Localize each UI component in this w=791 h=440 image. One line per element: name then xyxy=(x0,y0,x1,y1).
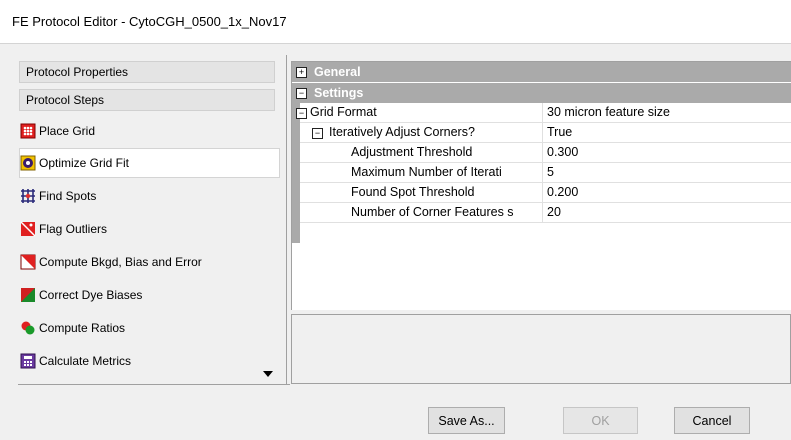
spots-icon xyxy=(20,188,36,204)
step-flag-outliers[interactable]: Flag Outliers xyxy=(20,214,278,244)
column-divider xyxy=(542,183,543,203)
collapse-icon[interactable]: − xyxy=(312,128,323,139)
section-protocol-steps[interactable]: Protocol Steps xyxy=(19,89,275,111)
step-label: Flag Outliers xyxy=(39,222,108,236)
step-compute-ratios[interactable]: Compute Ratios xyxy=(20,313,278,343)
collapse-icon[interactable]: − xyxy=(296,88,307,99)
property-name: Grid Format xyxy=(310,105,377,119)
property-name: Adjustment Threshold xyxy=(351,145,473,159)
property-row-corner-features[interactable]: Number of Corner Features s 20 xyxy=(300,203,791,223)
step-compute-bkgd[interactable]: Compute Bkgd, Bias and Error xyxy=(20,247,278,277)
column-divider xyxy=(542,103,543,123)
column-divider xyxy=(542,143,543,163)
collapse-icon[interactable]: − xyxy=(296,108,307,119)
property-value[interactable]: 0.300 xyxy=(547,145,578,159)
property-value[interactable]: 5 xyxy=(547,165,554,179)
step-place-grid[interactable]: Place Grid xyxy=(20,116,278,146)
step-label: Compute Ratios xyxy=(39,321,126,335)
title-bar: FE Protocol Editor - CytoCGH_0500_1x_Nov… xyxy=(0,0,791,44)
ok-button[interactable]: OK xyxy=(563,407,638,434)
dye-icon xyxy=(20,287,36,303)
step-label: Place Grid xyxy=(39,124,96,138)
property-name: Number of Corner Features s xyxy=(351,205,514,219)
section-protocol-properties-label: Protocol Properties xyxy=(26,65,129,79)
category-general[interactable]: + General xyxy=(292,62,791,82)
panel-splitter[interactable] xyxy=(286,55,287,385)
property-row-max-iterations[interactable]: Maximum Number of Iterati 5 xyxy=(300,163,791,183)
grid-icon xyxy=(20,123,36,139)
property-value[interactable]: 20 xyxy=(547,205,561,219)
left-panel-divider xyxy=(18,384,290,385)
property-name: Found Spot Threshold xyxy=(351,185,475,199)
step-label: Compute Bkgd, Bias and Error xyxy=(39,255,202,269)
step-optimize-grid-fit[interactable]: Optimize Grid Fit xyxy=(19,148,280,178)
protocol-navigation-panel: Protocol Properties Protocol Steps Place… xyxy=(0,44,286,384)
save-as-label: Save As... xyxy=(438,413,495,428)
grid-margin xyxy=(292,103,300,243)
column-divider xyxy=(542,163,543,183)
cancel-button[interactable]: Cancel xyxy=(674,407,750,434)
step-find-spots[interactable]: Find Spots xyxy=(20,181,278,211)
step-label: Optimize Grid Fit xyxy=(39,156,130,170)
step-label: Correct Dye Biases xyxy=(39,288,143,302)
scroll-down-button[interactable] xyxy=(258,364,278,382)
property-value[interactable]: True xyxy=(547,125,572,139)
property-row-grid-format[interactable]: − Grid Format 30 micron feature size xyxy=(296,103,791,123)
property-row-iteratively-adjust[interactable]: − Iteratively Adjust Corners? True xyxy=(300,123,791,143)
property-name: Maximum Number of Iterati xyxy=(351,165,502,179)
section-protocol-steps-label: Protocol Steps xyxy=(26,93,105,107)
step-correct-dye-biases[interactable]: Correct Dye Biases xyxy=(20,280,278,310)
property-value[interactable]: 0.200 xyxy=(547,185,578,199)
property-name: Iteratively Adjust Corners? xyxy=(329,125,475,139)
background-icon xyxy=(20,254,36,270)
flag-icon xyxy=(20,221,36,237)
save-as-button[interactable]: Save As... xyxy=(428,407,505,434)
metrics-icon xyxy=(20,353,36,369)
section-protocol-properties[interactable]: Protocol Properties xyxy=(19,61,275,83)
expand-icon[interactable]: + xyxy=(296,67,307,78)
ok-label: OK xyxy=(591,413,610,428)
description-pane xyxy=(291,314,791,384)
category-settings[interactable]: − Settings xyxy=(292,83,791,103)
step-calculate-metrics[interactable]: Calculate Metrics xyxy=(20,346,278,376)
column-divider xyxy=(542,123,543,143)
property-row-found-spot-threshold[interactable]: Found Spot Threshold 0.200 xyxy=(300,183,791,203)
column-divider xyxy=(542,203,543,223)
optimize-icon xyxy=(20,155,36,171)
category-label: General xyxy=(314,65,361,79)
chevron-down-icon xyxy=(263,366,273,380)
step-label: Calculate Metrics xyxy=(39,354,132,368)
property-row-adjustment-threshold[interactable]: Adjustment Threshold 0.300 xyxy=(300,143,791,163)
window-title: FE Protocol Editor - CytoCGH_0500_1x_Nov… xyxy=(12,14,287,29)
step-label: Find Spots xyxy=(39,189,97,203)
property-grid: + General − Settings − Grid Format 30 mi… xyxy=(291,61,791,310)
category-label: Settings xyxy=(314,86,364,100)
property-value[interactable]: 30 micron feature size xyxy=(547,105,670,119)
cancel-label: Cancel xyxy=(692,413,732,428)
ratios-icon xyxy=(20,320,36,336)
